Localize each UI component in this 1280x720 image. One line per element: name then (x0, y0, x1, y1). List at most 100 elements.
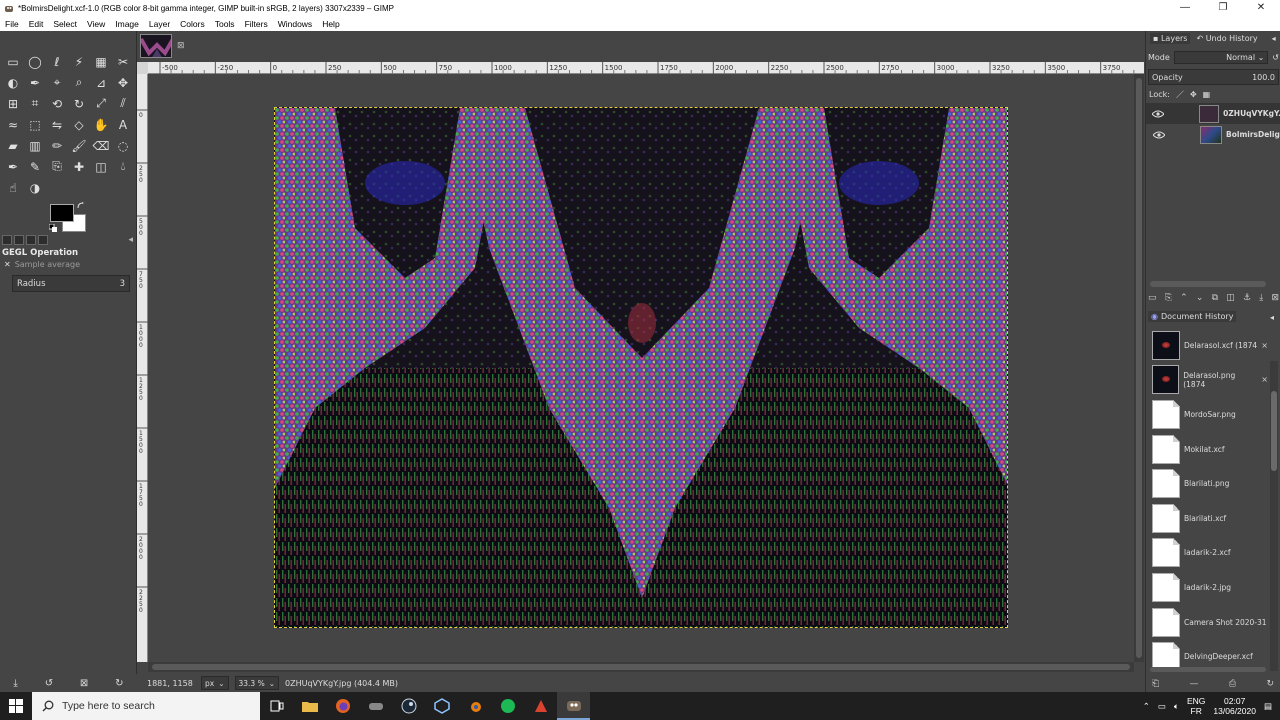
smudge-icon[interactable]: ☝ (2, 177, 24, 198)
image-tab-thumbnail[interactable] (140, 34, 172, 58)
menu-view[interactable]: View (82, 19, 110, 29)
close-icon[interactable]: × (1261, 341, 1270, 350)
bucket-fill-icon[interactable]: ▰ (2, 135, 24, 156)
history-item[interactable]: Blarilati.xcf (1146, 501, 1270, 536)
tab-undo-history[interactable]: ↶ Undo History (1196, 34, 1257, 43)
dodge-burn-icon[interactable]: ◑ (24, 177, 46, 198)
clone-icon[interactable]: ⎘ (46, 156, 68, 177)
move-icon[interactable]: ✥ (112, 72, 134, 93)
history-item[interactable]: ladarik-2.xcf (1146, 536, 1270, 571)
save-options-icon[interactable]: ⤓ (13, 678, 17, 689)
tab-document-history[interactable]: ◉ Document History (1148, 311, 1237, 322)
vertical-ruler[interactable]: 0250500750100012501500175020002250 (137, 74, 148, 662)
clock[interactable]: 02:07 13/06/2020 (1213, 696, 1256, 716)
blender-icon[interactable] (458, 692, 491, 720)
history-item[interactable]: Blarilati.png (1146, 466, 1270, 501)
align-icon[interactable]: ⊞ (2, 93, 24, 114)
eraser-icon[interactable]: ⌫ (90, 135, 112, 156)
history-item[interactable]: MordoSar.png (1146, 397, 1270, 432)
vertical-scrollbar[interactable] (1134, 74, 1144, 662)
horizontal-scrollbar[interactable] (148, 662, 1134, 672)
airbrush-icon[interactable]: ◌ (112, 135, 134, 156)
raise-layer-icon[interactable]: ⌃ (1180, 293, 1188, 307)
maximize-button[interactable]: ❐ (1204, 0, 1242, 16)
taskbar-search[interactable]: Type here to search (32, 692, 260, 720)
pointer-tab-icon[interactable] (26, 235, 36, 245)
dock-menu-icon[interactable]: ◂ (1270, 313, 1274, 322)
new-layer-icon[interactable]: ⎘ (1165, 293, 1172, 307)
eye-icon[interactable] (1152, 130, 1166, 140)
pencil-icon[interactable]: ✏ (46, 135, 68, 156)
ellipse-select-icon[interactable]: ◯ (24, 51, 46, 72)
eye-icon[interactable] (1152, 109, 1165, 119)
duplicate-layer-icon[interactable]: ⧉ (1212, 293, 1218, 307)
menu-edit[interactable]: Edit (24, 19, 49, 29)
paintbrush-icon[interactable]: 🖌︎ (68, 135, 90, 156)
paths-icon[interactable]: ✒ (24, 72, 46, 93)
layer-list-scrollbar[interactable] (1150, 281, 1266, 287)
history-scrollbar[interactable] (1270, 361, 1278, 671)
delete-options-icon[interactable]: ⊠ (80, 678, 88, 689)
opacity-field[interactable]: Opacity 100.0 (1148, 69, 1279, 85)
tab-layers[interactable]: ▪ Layers (1150, 33, 1191, 44)
open-document-icon[interactable]: ⎗ (1152, 679, 1159, 689)
scale-icon[interactable]: ⤢ (90, 93, 112, 114)
warp-icon[interactable]: ≈ (2, 114, 24, 135)
clear-history-icon[interactable]: ⎙ (1229, 679, 1236, 689)
flip-icon[interactable]: ⇋ (46, 114, 68, 135)
menu-file[interactable]: File (0, 19, 24, 29)
menu-help[interactable]: Help (317, 19, 344, 29)
heal-icon[interactable]: ✚ (68, 156, 90, 177)
remove-entry-icon[interactable]: — (1190, 679, 1199, 689)
lasso-icon[interactable]: ℓ (46, 51, 68, 72)
swap-colors-icon[interactable] (77, 202, 85, 210)
chevron-up-icon[interactable]: ⌃ (1143, 701, 1150, 712)
rotate-icon[interactable]: ↻ (68, 93, 90, 114)
file-explorer-icon[interactable] (293, 692, 326, 720)
history-item[interactable]: Delarasol.png (1874 × (1146, 363, 1270, 398)
by-color-select-icon[interactable]: ▦ (90, 51, 112, 72)
steam-icon[interactable] (392, 692, 425, 720)
green-app-icon[interactable] (491, 692, 524, 720)
history-item[interactable]: Mokilat.xcf (1146, 432, 1270, 467)
horizontal-ruler[interactable]: -500 -250 0 250 500 750 1000 1250 1500 1750 2000 22… (148, 62, 1146, 74)
close-icon[interactable]: ✕ (4, 260, 11, 269)
menu-tools[interactable]: Tools (210, 19, 240, 29)
lock-pixels-icon[interactable]: ／ (1176, 89, 1184, 100)
layer-name[interactable]: 0ZHUqVYKgY. (1223, 109, 1280, 118)
horizontal-scroll-thumb[interactable] (152, 664, 1130, 670)
history-item[interactable]: Camera Shot 2020-31 (1146, 605, 1270, 640)
perspective-icon[interactable]: ◇ (68, 114, 90, 135)
color-picker-icon[interactable]: ⌖ (46, 72, 68, 93)
layer-mode-select[interactable]: Normal ⌄ (1173, 51, 1269, 64)
task-view-icon[interactable] (260, 692, 293, 720)
ink-icon[interactable]: ✒ (2, 156, 24, 177)
network-icon[interactable]: ▭ (1158, 701, 1166, 712)
menu-filters[interactable]: Filters (240, 19, 273, 29)
mask-icon[interactable]: ◫ (1226, 293, 1235, 307)
reset-mode-icon[interactable]: ↺ (1272, 53, 1279, 62)
layer-row[interactable]: 0ZHUqVYKgY. (1146, 103, 1280, 124)
minimize-button[interactable]: — (1166, 0, 1204, 16)
close-button[interactable]: ✕ (1242, 0, 1280, 16)
radius-spin-field[interactable]: Radius 3 (12, 275, 130, 292)
game-controller-icon[interactable] (359, 692, 392, 720)
measure-icon[interactable]: ⊿ (90, 72, 112, 93)
cage-icon[interactable]: ⬚ (24, 114, 46, 135)
history-horizontal-scrollbar[interactable] (1150, 667, 1266, 672)
merge-down-icon[interactable]: ⤓ (1259, 293, 1263, 307)
3d-box-icon[interactable] (425, 692, 458, 720)
input-language[interactable]: ENG FR (1187, 696, 1205, 716)
layer-row[interactable]: BolmirsDelig (1146, 124, 1280, 145)
device-status-tab-icon[interactable] (14, 235, 24, 245)
dock-menu-icon[interactable]: ◂ (128, 235, 133, 245)
firefox-icon[interactable] (326, 692, 359, 720)
unit-select[interactable]: px ⌄ (201, 676, 229, 690)
scissors-icon[interactable]: ✂ (112, 51, 134, 72)
menu-windows[interactable]: Windows (273, 19, 317, 29)
foreground-color-swatch[interactable] (50, 204, 74, 222)
history-item[interactable]: Delarasol.xcf (1874 × (1146, 328, 1270, 363)
image-canvas[interactable] (274, 107, 1008, 628)
menu-colors[interactable]: Colors (175, 19, 210, 29)
zoom-select[interactable]: 33.3 % ⌄ (234, 676, 280, 690)
